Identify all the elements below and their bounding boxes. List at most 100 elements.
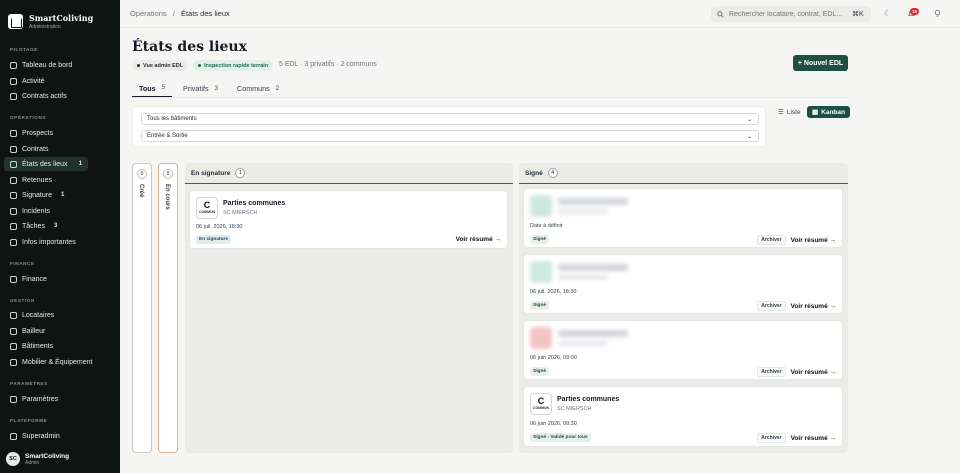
icon-sub: COMMUN <box>198 210 216 214</box>
lightbulb-icon[interactable] <box>933 9 942 18</box>
view-summary-link[interactable]: Voir résumé → <box>791 237 836 244</box>
user-menu[interactable]: SC SmartColiving Admin <box>6 452 69 466</box>
view-summary-link[interactable]: Voir résumé → <box>791 435 836 442</box>
icon-letter: C <box>537 396 545 406</box>
column-label: Signé <box>525 169 543 177</box>
contract-icon <box>10 92 17 100</box>
sidebar: SmartColiving Administration PILOTAGE Ta… <box>0 0 120 473</box>
sidebar-item-mobilier[interactable]: Mobilier & Équipement <box>4 355 114 369</box>
sidebar-item-label: Paramètres <box>22 395 59 403</box>
brand-subtitle: Administration <box>29 24 61 30</box>
shield-icon <box>10 432 17 440</box>
brand[interactable]: SmartColiving Administration <box>0 0 120 34</box>
sidebar-item-label: Locataires <box>22 311 55 319</box>
dark-mode-icon[interactable]: ☾ <box>883 9 892 18</box>
pill-label: Vue admin EDL <box>143 62 184 69</box>
tasks-icon <box>10 222 17 230</box>
edl-card[interactable]: Date à définir Signé Archiver Voir résumé… <box>523 188 843 248</box>
list-icon: ☰ <box>778 109 784 116</box>
sidebar-item-label: Activité <box>22 77 45 85</box>
column-label: Créé <box>138 184 144 198</box>
sidebar-item-label: Bâtiments <box>22 342 54 350</box>
brand-name: SmartColiving <box>29 13 94 23</box>
breadcrumb: Opérations / États des lieux <box>130 9 230 18</box>
tab-privatifs[interactable]: Privatifs 3 <box>176 80 225 97</box>
sidebar-item-activity[interactable]: Activité <box>4 74 88 88</box>
sidebar-item-label: Incidents <box>22 207 51 215</box>
sidebar-item-parametres[interactable]: Paramètres <box>4 392 88 406</box>
commun-icon: C COMMUN <box>530 393 552 415</box>
edl-card[interactable]: 06 juil. 2026, 18:30 Signé Archiver Voir … <box>523 254 843 314</box>
column-cree[interactable]: 0 Créé <box>132 163 152 453</box>
edl-card[interactable]: 06 juin 2026, 09:00 Signé Archiver Voir r… <box>523 320 843 380</box>
incident-icon <box>10 207 17 215</box>
building-select[interactable]: Tous les bâtiments ⌄ <box>141 113 759 125</box>
sidebar-item-batiments[interactable]: Bâtiments <box>4 339 88 353</box>
chevron-down-icon: ⌄ <box>746 116 752 123</box>
sidebar-item-label: Superadmin <box>22 432 60 440</box>
column-label: En signature <box>191 169 231 177</box>
sidebar-item-retenues[interactable]: Retenues <box>4 173 88 187</box>
sidebar-item-label: Retenues <box>22 176 52 184</box>
view-summary-link[interactable]: Voir résumé → <box>791 369 836 376</box>
summary-meta: 5 EDL · 3 privatifs · 2 communs <box>279 61 377 68</box>
archive-button[interactable]: Archiver <box>757 301 786 311</box>
search-input[interactable] <box>729 10 847 18</box>
sidebar-item-dashboard[interactable]: Tableau de bord <box>4 58 88 72</box>
sidebar-count-badge: 1 <box>78 161 82 167</box>
tab-count: 3 <box>214 85 218 92</box>
sidebar-item-label: Bailleur <box>22 327 46 335</box>
sidebar-item-incidents[interactable]: Incidents <box>4 204 88 218</box>
field-inspection-pill[interactable]: Inspection rapide terrain <box>193 60 274 71</box>
column-count: 0 <box>163 169 173 179</box>
sidebar-item-label: Mobilier & Équipement <box>22 358 93 366</box>
sidebar-item-superadmin[interactable]: Superadmin <box>4 429 88 443</box>
finance-icon <box>10 275 17 283</box>
column-en-cours[interactable]: 0 En cours <box>158 163 178 453</box>
kanban-view-button[interactable]: ▦ Kanban <box>807 106 850 118</box>
card-subtitle: SC MIERSCH <box>223 210 258 216</box>
archive-button[interactable]: Archiver <box>757 235 786 245</box>
section-operations: OPÉRATIONS <box>10 115 47 120</box>
archive-button[interactable]: Archiver <box>757 367 786 377</box>
sidebar-item-active-contracts[interactable]: Contrats actifs <box>4 89 88 103</box>
sidebar-item-label: Finance <box>22 275 47 283</box>
card-title: Parties communes <box>223 200 286 207</box>
breadcrumb-parent[interactable]: Opérations <box>130 9 167 18</box>
tab-communs[interactable]: Communs 2 <box>230 80 286 97</box>
sidebar-item-contracts[interactable]: Contrats <box>4 142 88 156</box>
dot-icon <box>198 64 201 67</box>
column-count: 1 <box>235 168 246 178</box>
sidebar-item-taches[interactable]: Tâches 3 <box>4 219 88 233</box>
edl-card[interactable]: C COMMUN Parties communes SC MIERSCH 06 j… <box>523 386 843 447</box>
type-select[interactable]: Entrée & Sortie ⌄ <box>141 130 759 142</box>
notification-badge: 16 <box>910 8 920 15</box>
view-summary-link[interactable]: Voir résumé → <box>456 236 501 243</box>
card-date: 06 juin 2026, 09:30 <box>530 421 577 427</box>
sidebar-item-infos[interactable]: Infos importantes <box>4 235 88 249</box>
sidebar-item-signature[interactable]: Signature 1 <box>4 188 88 202</box>
column-header: En signature 1 <box>185 163 513 184</box>
search-box[interactable]: ⌘K <box>711 6 871 22</box>
list-view-button[interactable]: ☰ Liste <box>773 106 806 118</box>
edl-card[interactable]: C COMMUN Parties communes SC MIERSCH 06 j… <box>189 190 508 249</box>
sidebar-item-label: Tâches <box>22 222 45 230</box>
kanban-icon: ▦ <box>812 109 819 116</box>
sidebar-count-badge: 1 <box>60 192 65 198</box>
tab-tous[interactable]: Tous 5 <box>132 80 172 97</box>
admin-view-pill[interactable]: Vue admin EDL <box>132 60 189 71</box>
view-summary-link[interactable]: Voir résumé → <box>791 303 836 310</box>
tab-label: Communs <box>237 84 270 93</box>
column-en-signature: En signature 1 C COMMUN Parties communes … <box>185 163 513 453</box>
sidebar-item-prospects[interactable]: Prospects <box>4 126 88 140</box>
sidebar-item-finance[interactable]: Finance <box>4 272 88 286</box>
view-label: Liste <box>786 108 801 116</box>
dashboard-icon <box>10 61 17 69</box>
column-count: 0 <box>137 169 147 179</box>
sidebar-item-locataires[interactable]: Locataires <box>4 308 88 322</box>
new-edl-button[interactable]: + Nouvel EDL <box>793 55 848 71</box>
sidebar-item-etats-des-lieux[interactable]: États des lieux 1 <box>4 157 88 171</box>
sidebar-item-bailleur[interactable]: Bailleur <box>4 324 88 338</box>
select-value: Tous les bâtiments <box>147 116 197 122</box>
archive-button[interactable]: Archiver <box>757 433 786 443</box>
